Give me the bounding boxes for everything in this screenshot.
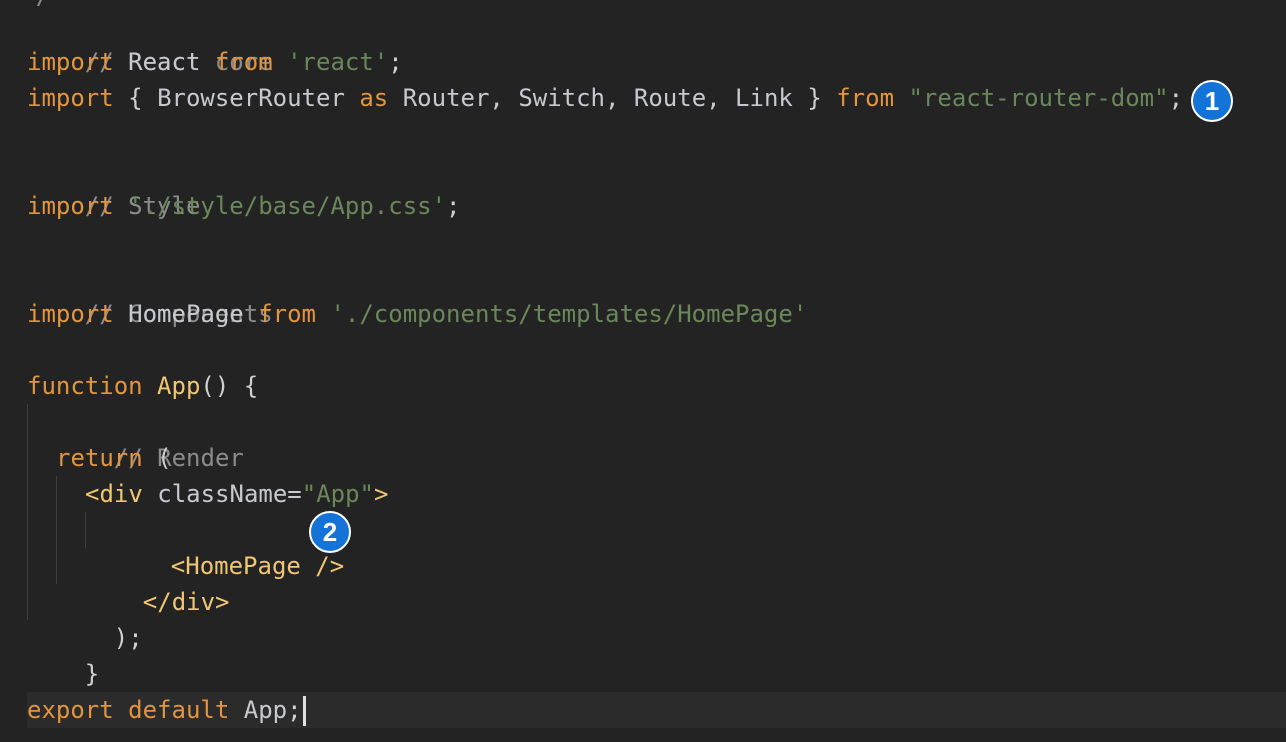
code-line-1[interactable]: // React core	[27, 8, 273, 76]
paren-open: (	[157, 444, 172, 472]
code-line-3[interactable]: import { BrowserRouter as Router, Switch…	[27, 80, 1183, 116]
string-app-css: './style/base/App.css'	[128, 192, 447, 220]
code-editor[interactable]: / ... // React core import React from 'r…	[0, 0, 1286, 742]
indent-guide-function	[27, 404, 28, 620]
keyword-from: from	[836, 84, 895, 112]
string-app: "App"	[301, 480, 374, 508]
function-name-app: App	[157, 372, 201, 400]
keyword-from: from	[258, 300, 316, 328]
code-line-18[interactable]: }	[27, 620, 99, 688]
identifier-browserrouter: BrowserRouter	[157, 84, 345, 112]
code-line-6[interactable]: import './style/base/App.css';	[27, 188, 461, 224]
annotation-badge-2: 2	[309, 511, 351, 553]
string-react-router-dom: "react-router-dom"	[908, 84, 1169, 112]
code-line-13[interactable]: return (	[56, 440, 172, 476]
keyword-return: return	[56, 444, 143, 472]
identifier-list: Router, Switch, Route, Link	[402, 84, 793, 112]
jsx-tag-close-bracket: >	[374, 480, 389, 508]
brace-close: }	[807, 84, 822, 112]
string-react: 'react'	[287, 48, 389, 76]
code-line-12[interactable]: // Render	[56, 404, 244, 472]
identifier-homepage: HomePage	[128, 300, 244, 328]
annotation-badge-1: 1	[1191, 80, 1233, 122]
semicolon: ;	[446, 192, 461, 220]
jsx-attr-classname: className=	[157, 480, 302, 508]
brace-open: {	[128, 84, 143, 112]
code-line-5[interactable]: // Style	[27, 152, 201, 220]
string-homepage-path: './components/templates/HomePage'	[330, 300, 808, 328]
jsx-tag-div-close: </div>	[142, 588, 230, 616]
code-line-11[interactable]: function App() {	[27, 368, 258, 404]
jsx-tag-div-open: <div	[85, 480, 143, 508]
scrolled-line-fragment: / ...	[30, 0, 102, 6]
text-cursor	[302, 696, 306, 726]
identifier-react: React	[128, 48, 201, 76]
keyword-default: default	[128, 696, 230, 724]
semicolon: ;	[388, 48, 403, 76]
indent-guide-div	[85, 512, 86, 548]
paren-close: );	[113, 624, 143, 652]
keyword-import: import	[27, 192, 114, 220]
keyword-import: import	[27, 84, 114, 112]
keyword-as: as	[359, 84, 389, 112]
code-line-20[interactable]: export default App;	[27, 692, 306, 728]
semicolon: ;	[287, 696, 302, 724]
function-signature: () {	[200, 372, 259, 400]
code-line-9[interactable]: import HomePage from './components/templ…	[27, 296, 807, 332]
keyword-import: import	[27, 48, 114, 76]
code-line-16[interactable]: </div>	[85, 548, 230, 616]
code-line-2[interactable]: import React from 'react';	[27, 44, 403, 80]
code-line-14[interactable]: <div className="App">	[85, 476, 388, 512]
identifier-app: App	[243, 696, 288, 724]
keyword-export: export	[27, 696, 114, 724]
semicolon: ;	[1168, 84, 1184, 112]
code-line-17[interactable]: );	[56, 584, 143, 652]
keyword-function: function	[27, 372, 143, 400]
code-line-8[interactable]: // Components	[27, 260, 273, 328]
brace-close: }	[84, 660, 100, 688]
keyword-from: from	[214, 48, 273, 76]
keyword-import: import	[27, 300, 114, 328]
